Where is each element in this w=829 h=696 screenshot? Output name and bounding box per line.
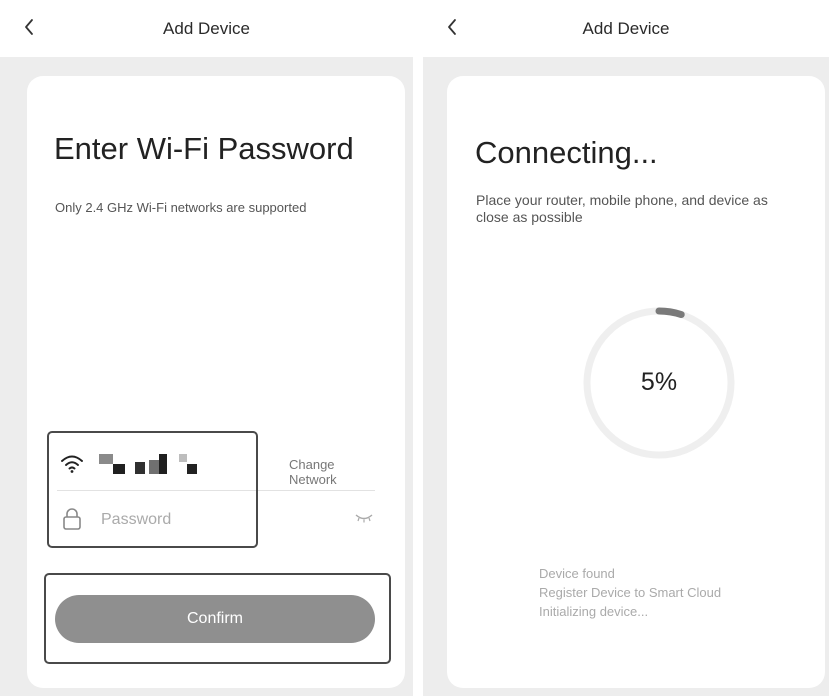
connecting-card: Connecting... Place your router, mobile … (447, 76, 825, 688)
connecting-screen: Add Device Connecting... Place your rout… (423, 0, 829, 696)
wifi-password-screen: Add Device Enter Wi-Fi Password Only 2.4… (0, 0, 413, 696)
top-bar: Add Device (0, 0, 413, 57)
wifi-form-card: Enter Wi-Fi Password Only 2.4 GHz Wi-Fi … (27, 76, 405, 688)
eye-closed-icon[interactable] (354, 512, 374, 524)
status-line: Device found (539, 566, 615, 581)
change-network-link[interactable]: Change Network (289, 457, 375, 487)
page-subtitle: Place your router, mobile phone, and dev… (476, 192, 768, 225)
page-title: Enter Wi-Fi Password (54, 131, 354, 166)
progress-percentage: 5% (640, 368, 678, 396)
page-subtitle: Only 2.4 GHz Wi-Fi networks are supporte… (55, 200, 307, 215)
field-highlight-frame (47, 431, 258, 548)
status-line: Initializing device... (539, 604, 649, 619)
top-bar: Add Device (423, 0, 829, 57)
page-title: Connecting... (475, 135, 658, 170)
confirm-button[interactable]: Confirm (55, 595, 375, 643)
header-title: Add Device (163, 19, 250, 38)
header-title: Add Device (582, 19, 670, 38)
progress-arc (655, 307, 685, 319)
status-line: Register Device to Smart Cloud (539, 585, 722, 600)
